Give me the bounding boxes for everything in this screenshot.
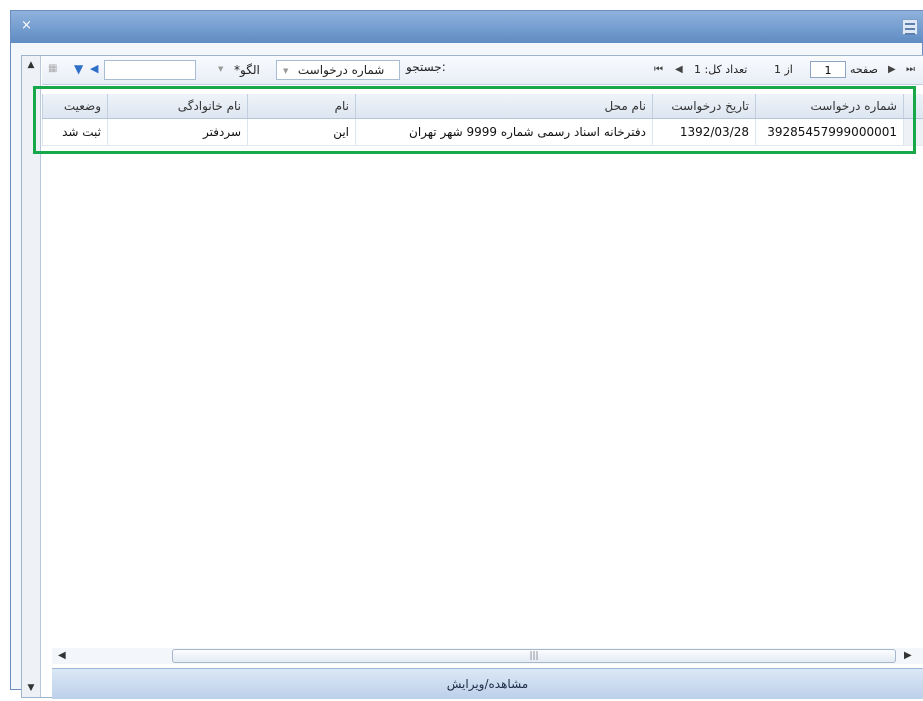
view-edit-button[interactable]: مشاهده/ویرایش	[52, 668, 923, 699]
page-of-label: از 1	[774, 63, 793, 76]
disabled-filter-icon: ▦	[48, 63, 58, 74]
last-page-icon[interactable]: ⏮	[654, 64, 663, 75]
title-bar: ×	[11, 11, 923, 43]
total-count: تعداد کل: 1	[694, 63, 748, 76]
next-page-icon[interactable]: ▶	[888, 64, 896, 75]
scroll-left-icon[interactable]: ◀	[58, 648, 66, 664]
filter-icon[interactable]: ▼	[74, 62, 83, 76]
search-field-value: شماره درخواست	[297, 63, 385, 77]
scroll-right-icon[interactable]: ▶	[904, 648, 912, 664]
horizontal-scrollbar[interactable]: ◀ ||| ▶	[52, 648, 923, 664]
arrow-left-icon[interactable]: ◀	[90, 62, 98, 75]
close-icon[interactable]: ×	[21, 18, 32, 33]
pattern-select[interactable]: *الگو	[234, 63, 260, 77]
scroll-down-icon[interactable]: ▼	[22, 679, 40, 697]
highlight-box	[33, 86, 916, 154]
search-field-select[interactable]: ▼ شماره درخواست	[276, 60, 400, 80]
scroll-thumb[interactable]: |||	[172, 649, 896, 663]
first-page-icon[interactable]: ⏭	[906, 64, 915, 75]
page-label: صفحه	[850, 63, 878, 76]
window-menu-icon[interactable]	[902, 19, 918, 35]
scroll-up-icon[interactable]: ▲	[22, 56, 40, 74]
chevron-down-icon[interactable]: ▼	[218, 65, 223, 73]
grid-toolbar: ▦ ▼ ◀ ▼ *الگو ▼ شماره درخواست جستجو: ⏮ ◀…	[42, 56, 923, 85]
chevron-down-icon: ▼	[283, 67, 289, 75]
prev-page-icon[interactable]: ◀	[675, 64, 683, 75]
search-input[interactable]	[104, 60, 196, 80]
page-number-input[interactable]: 1	[810, 61, 846, 78]
search-label: جستجو:	[406, 60, 446, 74]
